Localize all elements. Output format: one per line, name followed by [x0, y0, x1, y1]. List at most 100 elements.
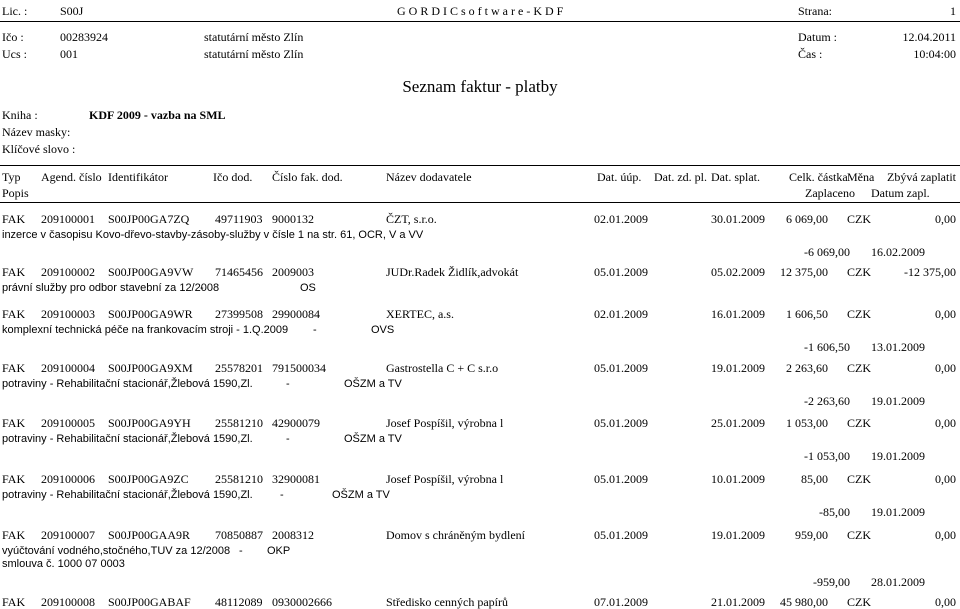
- cas-label: Čas :: [798, 47, 823, 61]
- cell-dat-splat: 21.01.2009: [711, 595, 765, 609]
- cell-datum-zapl: 19.01.2009: [871, 394, 925, 408]
- cell-nazev: XERTEC, a.s.: [386, 307, 454, 321]
- cell-ident: S00JP00GA9VW: [108, 265, 194, 279]
- cell-zaplaceno: -1 053,00: [804, 449, 850, 463]
- cell-datum-zapl: 19.01.2009: [871, 449, 925, 463]
- company-name: G O R D I C s o f t w a r e - K D F: [397, 4, 564, 18]
- cell-ident: S00JP00GAA9R: [108, 528, 191, 542]
- col-celk: Celk. částka: [789, 170, 848, 184]
- col-cislo: Číslo fak. dod.: [272, 170, 343, 184]
- cell-dat-splat: 30.01.2009: [711, 212, 765, 226]
- cell-nazev: Gastrostella C + C s.r.o: [386, 361, 499, 375]
- cell-agend: 209100001: [41, 212, 95, 226]
- cell-typ: FAK: [2, 265, 26, 279]
- cell-datum-zapl: 16.02.2009: [871, 245, 925, 259]
- cell-dat-splat: 19.01.2009: [711, 528, 765, 542]
- cell-typ: FAK: [2, 528, 26, 542]
- cell-agend: 209100003: [41, 307, 95, 321]
- ico-value: 00283924: [60, 30, 108, 44]
- cell-ico: 25581210: [215, 416, 263, 430]
- lic-value: S00J: [60, 4, 84, 18]
- cell-dat-uup: 05.01.2009: [594, 265, 648, 279]
- cell-zbyva: 0,00: [935, 528, 956, 542]
- cell-zbyva: 0,00: [935, 212, 956, 226]
- cell-agend: 209100004: [41, 361, 95, 375]
- cell-dat-uup: 05.01.2009: [594, 361, 648, 375]
- col-zbyva: Zbývá zaplatit: [887, 170, 956, 184]
- cell-agend: 209100007: [41, 528, 95, 542]
- cell-nazev: Josef Pospíšil, výrobna l: [386, 472, 504, 486]
- cell-agend: 209100008: [41, 595, 95, 609]
- cell-nazev: Středisko cenných papírů: [386, 595, 508, 609]
- cell-nazev: Josef Pospíšil, výrobna l: [386, 416, 504, 430]
- columns-bottom-divider: [0, 202, 960, 203]
- cell-popis: OS: [300, 282, 316, 294]
- cell-cislo: 29900084: [272, 307, 320, 321]
- cell-dat-uup: 05.01.2009: [594, 528, 648, 542]
- maska-label: Název masky:: [2, 125, 71, 139]
- col-datum-zapl: Datum zapl.: [871, 186, 930, 200]
- cell-dat-splat: 10.01.2009: [711, 472, 765, 486]
- cell-castka: 1 053,00: [786, 416, 828, 430]
- cell-zbyva: 0,00: [935, 361, 956, 375]
- cell-zbyva: 0,00: [935, 472, 956, 486]
- ico-label: Ičo :: [2, 30, 24, 44]
- col-agend: Agend. číslo: [41, 170, 102, 184]
- cell-castka: 12 375,00: [780, 265, 828, 279]
- cell-castka: 959,00: [795, 528, 828, 542]
- cell-castka: 85,00: [801, 472, 828, 486]
- cell-popis: -: [313, 324, 317, 336]
- col-ident: Identifikátor: [108, 170, 168, 184]
- cell-ico: 71465456: [215, 265, 263, 279]
- cell-ico: 27399508: [215, 307, 263, 321]
- cell-ico: 25581210: [215, 472, 263, 486]
- cell-popis-line2: smlouva č. 1000 07 0003: [2, 558, 125, 570]
- cell-ident: S00JP00GA9XM: [108, 361, 193, 375]
- cell-castka: 2 263,60: [786, 361, 828, 375]
- cell-dat-uup: 02.01.2009: [594, 307, 648, 321]
- cell-dat-uup: 02.01.2009: [594, 212, 648, 226]
- cell-popis: OVS: [371, 324, 395, 336]
- cell-typ: FAK: [2, 595, 26, 609]
- cell-popis: -: [280, 489, 284, 501]
- cell-datum-zapl: 13.01.2009: [871, 340, 925, 354]
- cell-dat-splat: 16.01.2009: [711, 307, 765, 321]
- cell-mena: CZK: [847, 307, 871, 321]
- cell-zaplaceno: -6 069,00: [804, 245, 850, 259]
- cell-ident: S00JP00GA9YH: [108, 416, 191, 430]
- columns-top-divider: [0, 165, 960, 166]
- cell-typ: FAK: [2, 212, 26, 226]
- kniha-label: Kniha :: [2, 108, 38, 122]
- cell-popis: potraviny - Rehabilitační stacionář,Žleb…: [2, 489, 253, 501]
- cell-dat-uup: 05.01.2009: [594, 472, 648, 486]
- cell-datum-zapl: 28.01.2009: [871, 575, 925, 589]
- cell-zaplaceno: -959,00: [813, 575, 850, 589]
- cell-mena: CZK: [847, 212, 871, 226]
- report-title: Seznam faktur - platby: [402, 77, 558, 96]
- cell-nazev: ČZT, s.r.o.: [386, 212, 437, 226]
- cell-ident: S00JP00GA9WR: [108, 307, 193, 321]
- ico-org: statutární město Zlín: [204, 30, 304, 44]
- cell-popis: OŠZM a TV: [344, 433, 402, 445]
- datum-value: 12.04.2011: [902, 30, 956, 44]
- cell-popis: OKP: [267, 545, 291, 557]
- cell-mena: CZK: [847, 595, 871, 609]
- cell-ico: 49711903: [215, 212, 263, 226]
- cell-popis: potraviny - Rehabilitační stacionář,Žleb…: [2, 378, 253, 390]
- cell-cislo: 0930002666: [272, 595, 332, 609]
- cell-cislo: 32900081: [272, 472, 320, 486]
- cell-agend: 209100005: [41, 416, 95, 430]
- cell-mena: CZK: [847, 416, 871, 430]
- cell-ident: S00JP00GABAF: [108, 595, 191, 609]
- cell-dat-uup: 07.01.2009: [594, 595, 648, 609]
- col-mena: Měna: [847, 170, 875, 184]
- cell-ident: S00JP00GA7ZQ: [108, 212, 190, 226]
- cell-cislo: 2009003: [272, 265, 314, 279]
- datum-label: Datum :: [798, 30, 837, 44]
- cell-dat-splat: 25.01.2009: [711, 416, 765, 430]
- cell-zbyva: -12 375,00: [904, 265, 956, 279]
- cell-popis: OŠZM a TV: [332, 489, 390, 501]
- col-dat-splat: Dat. splat.: [711, 170, 760, 184]
- cell-typ: FAK: [2, 307, 26, 321]
- header-divider: [0, 21, 960, 22]
